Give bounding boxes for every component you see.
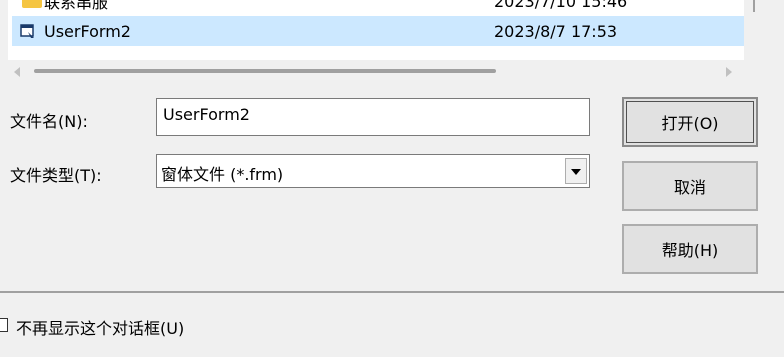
filetype-label: 文件类型(T): (10, 166, 102, 185)
file-row-selected[interactable]: UserForm2 2023/8/7 17:53 (12, 16, 744, 46)
dont-show-again-checkbox[interactable] (0, 318, 8, 332)
folder-icon (22, 0, 42, 8)
file-list[interactable]: 联系串服 2023/7/10 15:46 UserForm2 2023/8/7 … (8, 0, 744, 60)
file-name: 联系串服 (44, 0, 109, 12)
dont-show-again-label[interactable]: 不再显示这个对话框(U) (16, 315, 184, 339)
filename-input[interactable]: UserForm2 (156, 98, 590, 136)
cancel-button[interactable]: 取消 (622, 161, 758, 211)
chevron-down-icon[interactable] (565, 158, 587, 184)
filetype-select[interactable]: 窗体文件 (*.frm) (156, 154, 590, 188)
file-name: UserForm2 (44, 21, 131, 41)
scroll-right-arrow-icon[interactable] (726, 67, 732, 77)
filename-label: 文件名(N): (10, 112, 88, 131)
horizontal-scrollbar[interactable] (8, 60, 744, 82)
divider (0, 291, 784, 293)
file-row[interactable]: 联系串服 2023/7/10 15:46 (12, 0, 744, 16)
help-button[interactable]: 帮助(H) (622, 224, 758, 274)
horizontal-scroll-thumb[interactable] (34, 69, 496, 73)
vertical-scroll-thumb[interactable] (753, 0, 755, 12)
filetype-value: 窗体文件 (*.frm) (161, 165, 284, 184)
vertical-scrollbar[interactable] (744, 0, 764, 60)
form-file-icon (20, 24, 34, 38)
file-date: 2023/7/10 15:46 (494, 0, 628, 11)
scroll-left-arrow-icon[interactable] (14, 67, 20, 77)
open-button[interactable]: 打开(O) (622, 97, 758, 147)
file-date: 2023/8/7 17:53 (494, 21, 618, 41)
